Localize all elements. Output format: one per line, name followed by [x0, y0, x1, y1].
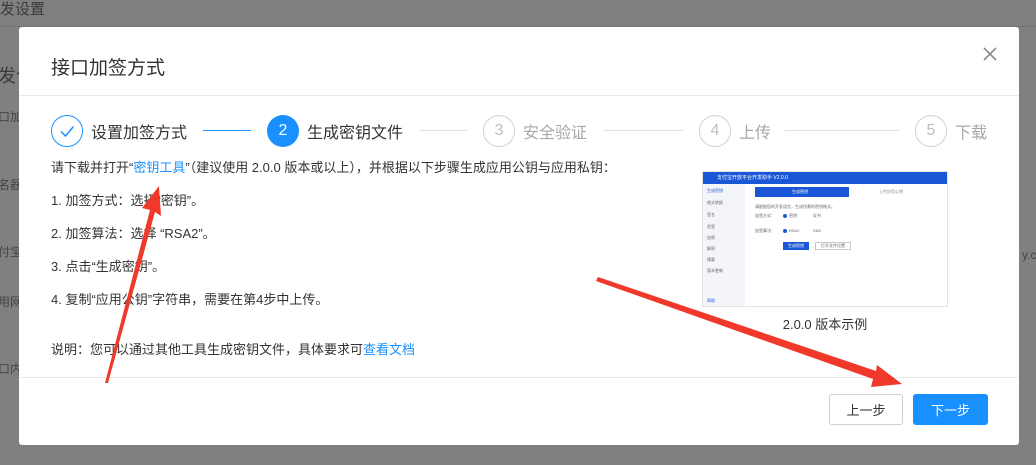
step-4: 4 上传	[699, 115, 771, 147]
background-right-snippet: y.c	[1022, 248, 1036, 262]
step-connector	[603, 130, 683, 131]
instruction-step: 2. 加签算法：选择 “RSA2”。	[51, 226, 216, 241]
instruction-step: 3. 点击“生成密钥”。	[51, 259, 166, 274]
preview-window-title: 支付宝开放平台开发助手 V2.0.0	[717, 175, 788, 181]
signing-method-modal: 接口加签方式 设置加签方式 2 生成密钥文件 3 安全验证 4 上传 5 下载 …	[19, 27, 1019, 445]
step-connector	[785, 130, 899, 131]
preview-desc: 请根据您的开发语言，生成所需的密钥格式。	[755, 204, 835, 209]
step-5: 5 下载	[915, 115, 987, 147]
instruction-step: 4. 复制“应用公钥”字符串，需要在第4步中上传。	[51, 292, 329, 307]
preview-sidebar-item: 版本更新	[707, 268, 723, 273]
preview-tab-active-label: 生成密钥	[792, 189, 808, 194]
step-1: 设置加签方式	[51, 115, 187, 147]
preview-sidebar-item: 格式转换	[707, 200, 723, 205]
preview-row1-label: 加签方式：	[755, 213, 775, 218]
preview-sidebar-item: 验签	[707, 224, 715, 229]
preview-sidebar-item: 解密	[707, 246, 715, 251]
intro-prefix: 请下载并打开“	[51, 160, 134, 175]
preview-radio-icon	[783, 214, 787, 218]
close-icon[interactable]	[979, 43, 1001, 65]
header-divider	[19, 95, 1019, 96]
step-label: 设置加签方式	[91, 125, 188, 142]
tool-preview-image: 支付宝开放平台开发助手 V2.0.0 生成密钥 格式转换 签名 验签 加密 解密…	[702, 171, 948, 307]
preview-footer-link: 帮助	[707, 298, 715, 303]
footer-divider	[19, 377, 1019, 378]
preview-generate-button: 生成密钥	[783, 242, 809, 250]
preview-tab-inactive-label: 上传应用公钥	[879, 189, 903, 194]
view-docs-link[interactable]: 查看文档	[363, 342, 415, 357]
note-text: 说明：您可以通过其他工具生成密钥文件，具体要求可查看文档	[51, 339, 415, 358]
intro-suffix: ”（建议使用 2.0.0 版本或以上），并根据以下步骤生成应用公钥与应用私钥：	[185, 160, 616, 175]
preview-row2-option: SM2	[813, 228, 822, 233]
step-connector	[203, 130, 251, 131]
step-number: 2	[267, 115, 299, 147]
preview-row2-option: RSA2	[789, 228, 800, 233]
step-number: 5	[915, 115, 947, 147]
preview-sidebar-item: 生成密钥	[707, 188, 723, 193]
instruction-step: 1. 加签方式：选择“密钥”。	[51, 193, 205, 208]
preview-caption: 2.0.0 版本示例	[782, 317, 868, 332]
step-label: 上传	[739, 125, 772, 142]
step-connector	[419, 130, 467, 131]
preview-row2-label: 加签算法：	[755, 228, 775, 233]
step-label: 生成密钥文件	[307, 125, 404, 142]
preview-row1-option: 密钥	[789, 213, 797, 218]
next-step-button[interactable]: 下一步	[913, 394, 988, 425]
step-label: 安全验证	[523, 125, 588, 142]
previous-step-button[interactable]: 上一步	[829, 394, 903, 425]
step-number: 3	[483, 115, 515, 147]
preview-sidebar-item: 加密	[707, 235, 715, 240]
step-3: 3 安全验证	[483, 115, 587, 147]
check-icon	[51, 115, 83, 147]
modal-title: 接口加签方式	[51, 58, 166, 79]
preview-sidebar-item: 摘要	[707, 257, 715, 262]
background-page-title: 发设置	[0, 1, 46, 18]
key-tool-link[interactable]: 密钥工具	[133, 160, 185, 175]
step-label: 下载	[955, 125, 988, 142]
intro-text: 请下载并打开“密钥工具”（建议使用 2.0.0 版本或以上），并根据以下步骤生成…	[51, 157, 616, 176]
preview-row1-option: 证书	[813, 213, 821, 218]
preview-sidebar-item: 签名	[707, 212, 715, 217]
preview-radio-icon	[783, 229, 787, 233]
note-prefix: 说明：您可以通过其他工具生成密钥文件，具体要求可	[51, 342, 364, 357]
step-2: 2 生成密钥文件	[267, 115, 403, 147]
preview-open-button: 打开文件位置	[815, 242, 851, 250]
step-number: 4	[699, 115, 731, 147]
